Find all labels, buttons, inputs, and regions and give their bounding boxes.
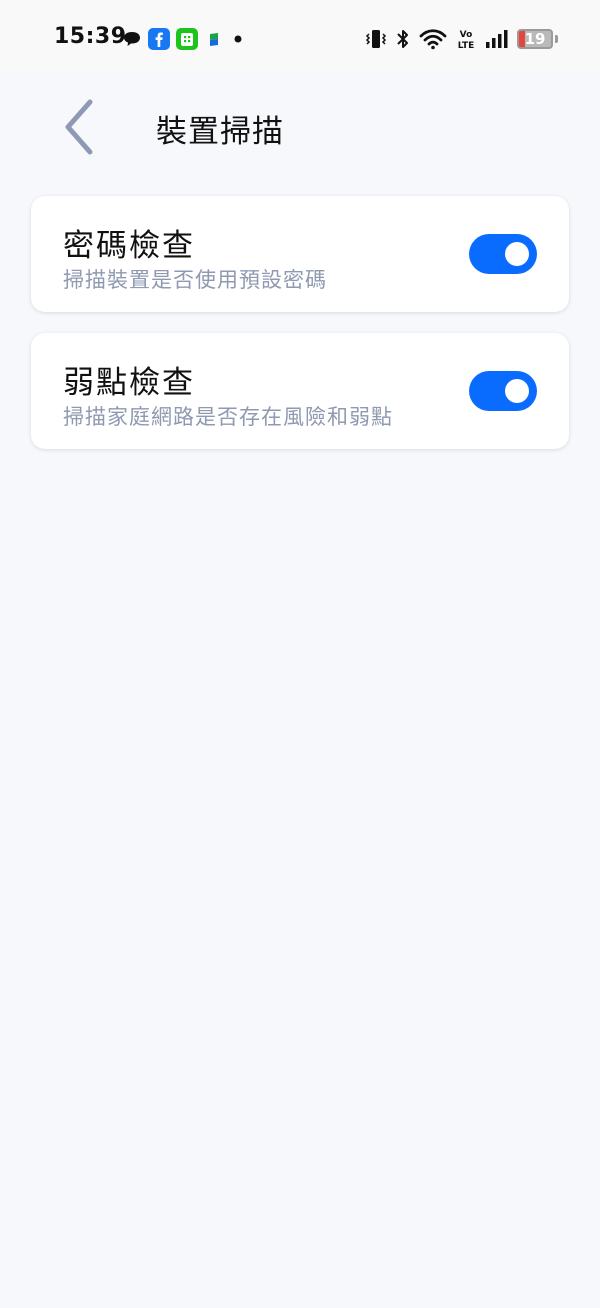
more-dot-icon — [234, 35, 242, 43]
back-button[interactable] — [50, 92, 106, 162]
bluetooth-icon — [397, 30, 408, 48]
toggle-knob — [505, 242, 529, 266]
volte-icon: Vo LTE — [458, 30, 475, 50]
facebook-icon — [148, 28, 170, 50]
vulnerability-check-card: 弱點檢查 掃描家庭網路是否存在風險和弱點 — [31, 333, 569, 449]
svg-text:Vo: Vo — [460, 30, 473, 40]
notification-icons — [122, 28, 246, 50]
page-title: 裝置掃描 — [156, 114, 284, 150]
password-check-card: 密碼檢查 掃描裝置是否使用預設密碼 — [31, 196, 569, 312]
status-time: 15:39 — [54, 24, 127, 49]
signal-icon — [486, 30, 508, 48]
password-check-toggle[interactable] — [469, 234, 537, 274]
app-icon — [210, 33, 218, 46]
vulnerability-check-subtitle: 掃描家庭網路是否存在風險和弱點 — [63, 405, 393, 429]
vulnerability-check-title: 弱點檢查 — [63, 365, 195, 401]
toggle-knob — [505, 379, 529, 403]
battery-tip — [555, 35, 558, 43]
vulnerability-check-toggle[interactable] — [469, 371, 537, 411]
chat-bubble-icon — [124, 32, 140, 46]
svg-text:LTE: LTE — [458, 41, 475, 50]
chevron-left-icon — [65, 99, 93, 155]
vibrate-icon — [365, 30, 387, 48]
status-bar: 15:39 Vo LTE 19 — [0, 0, 600, 70]
system-icons: Vo LTE 19 — [365, 27, 558, 51]
battery-icon: 19 — [517, 29, 553, 49]
battery-level: 19 — [524, 30, 546, 48]
password-check-title: 密碼檢查 — [63, 228, 195, 264]
wifi-icon — [419, 29, 447, 50]
line-app-icon — [176, 28, 198, 50]
password-check-subtitle: 掃描裝置是否使用預設密碼 — [63, 268, 327, 292]
